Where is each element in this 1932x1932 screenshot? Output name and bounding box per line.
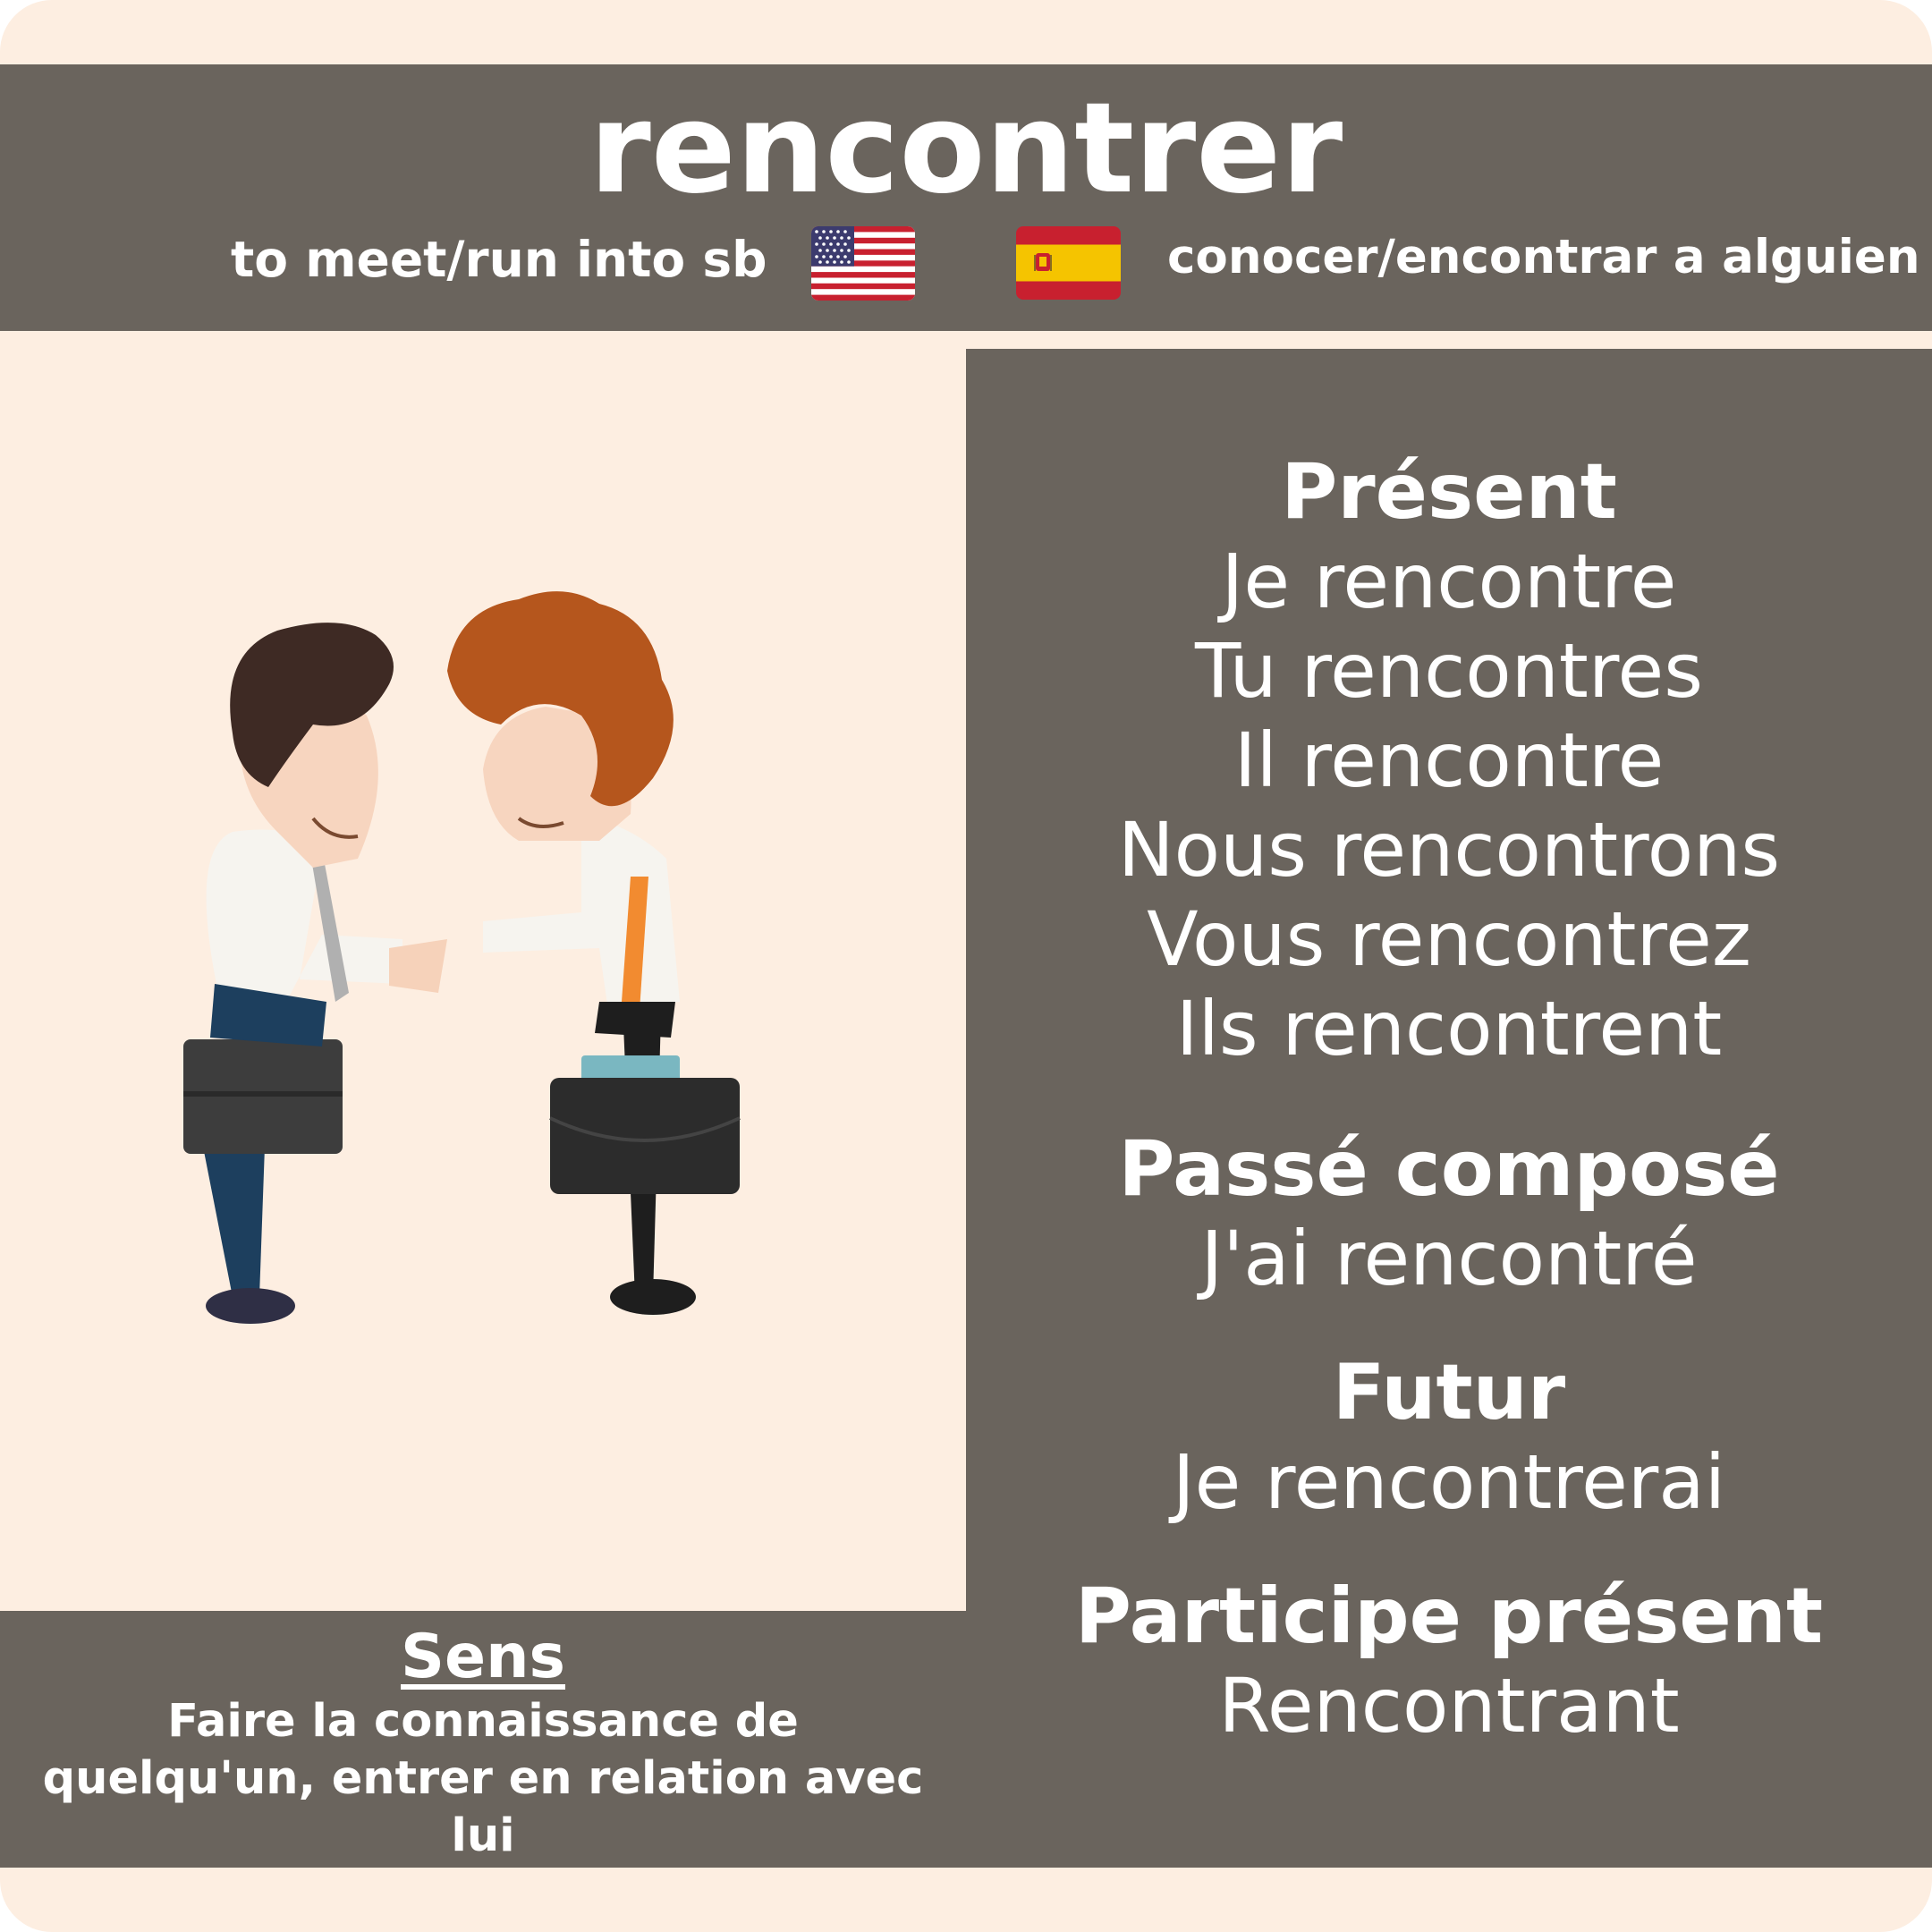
spanish-translation: conocer/encontrar a alguien [1167, 230, 1920, 284]
verb-title: rencontrer [589, 76, 1343, 222]
sens-line: Faire la connaissance de [167, 1695, 799, 1748]
tense-label-present: Présent [1281, 447, 1617, 537]
sens-line: lui [451, 1809, 515, 1862]
present-form-ils: Ils rencontrent [1175, 985, 1723, 1072]
participe-present-form: Rencontrant [1218, 1662, 1680, 1750]
present-form-tu: Tu rencontres [1195, 627, 1703, 715]
sens-definition: Faire la connaissance de quelqu'un, entr… [0, 1693, 966, 1865]
spain-flag-icon [1016, 226, 1121, 300]
tense-label-passe-compose: Passé composé [1118, 1124, 1780, 1214]
futur-form: Je rencontrerai [1172, 1438, 1726, 1526]
tense-label-participe-present: Participe présent [1074, 1572, 1824, 1661]
passe-compose-form: J'ai rencontré [1200, 1215, 1698, 1302]
tense-label-futur: Futur [1332, 1348, 1566, 1437]
sens-title: Sens [401, 1622, 565, 1692]
present-form-il: Il rencontre [1233, 716, 1665, 804]
handshake-illustration [134, 581, 814, 1342]
verb-card: rencontrer to meet/run into sb conocer/e… [0, 0, 1932, 1932]
sens-line: quelqu'un, entrer en relation avec [42, 1752, 924, 1805]
present-form-nous: Nous rencontrons [1117, 806, 1781, 894]
us-flag-icon [811, 226, 915, 301]
present-form-je: Je rencontre [1221, 538, 1677, 625]
present-form-vous: Vous rencontrez [1147, 895, 1751, 983]
english-translation: to meet/run into sb [231, 231, 767, 288]
